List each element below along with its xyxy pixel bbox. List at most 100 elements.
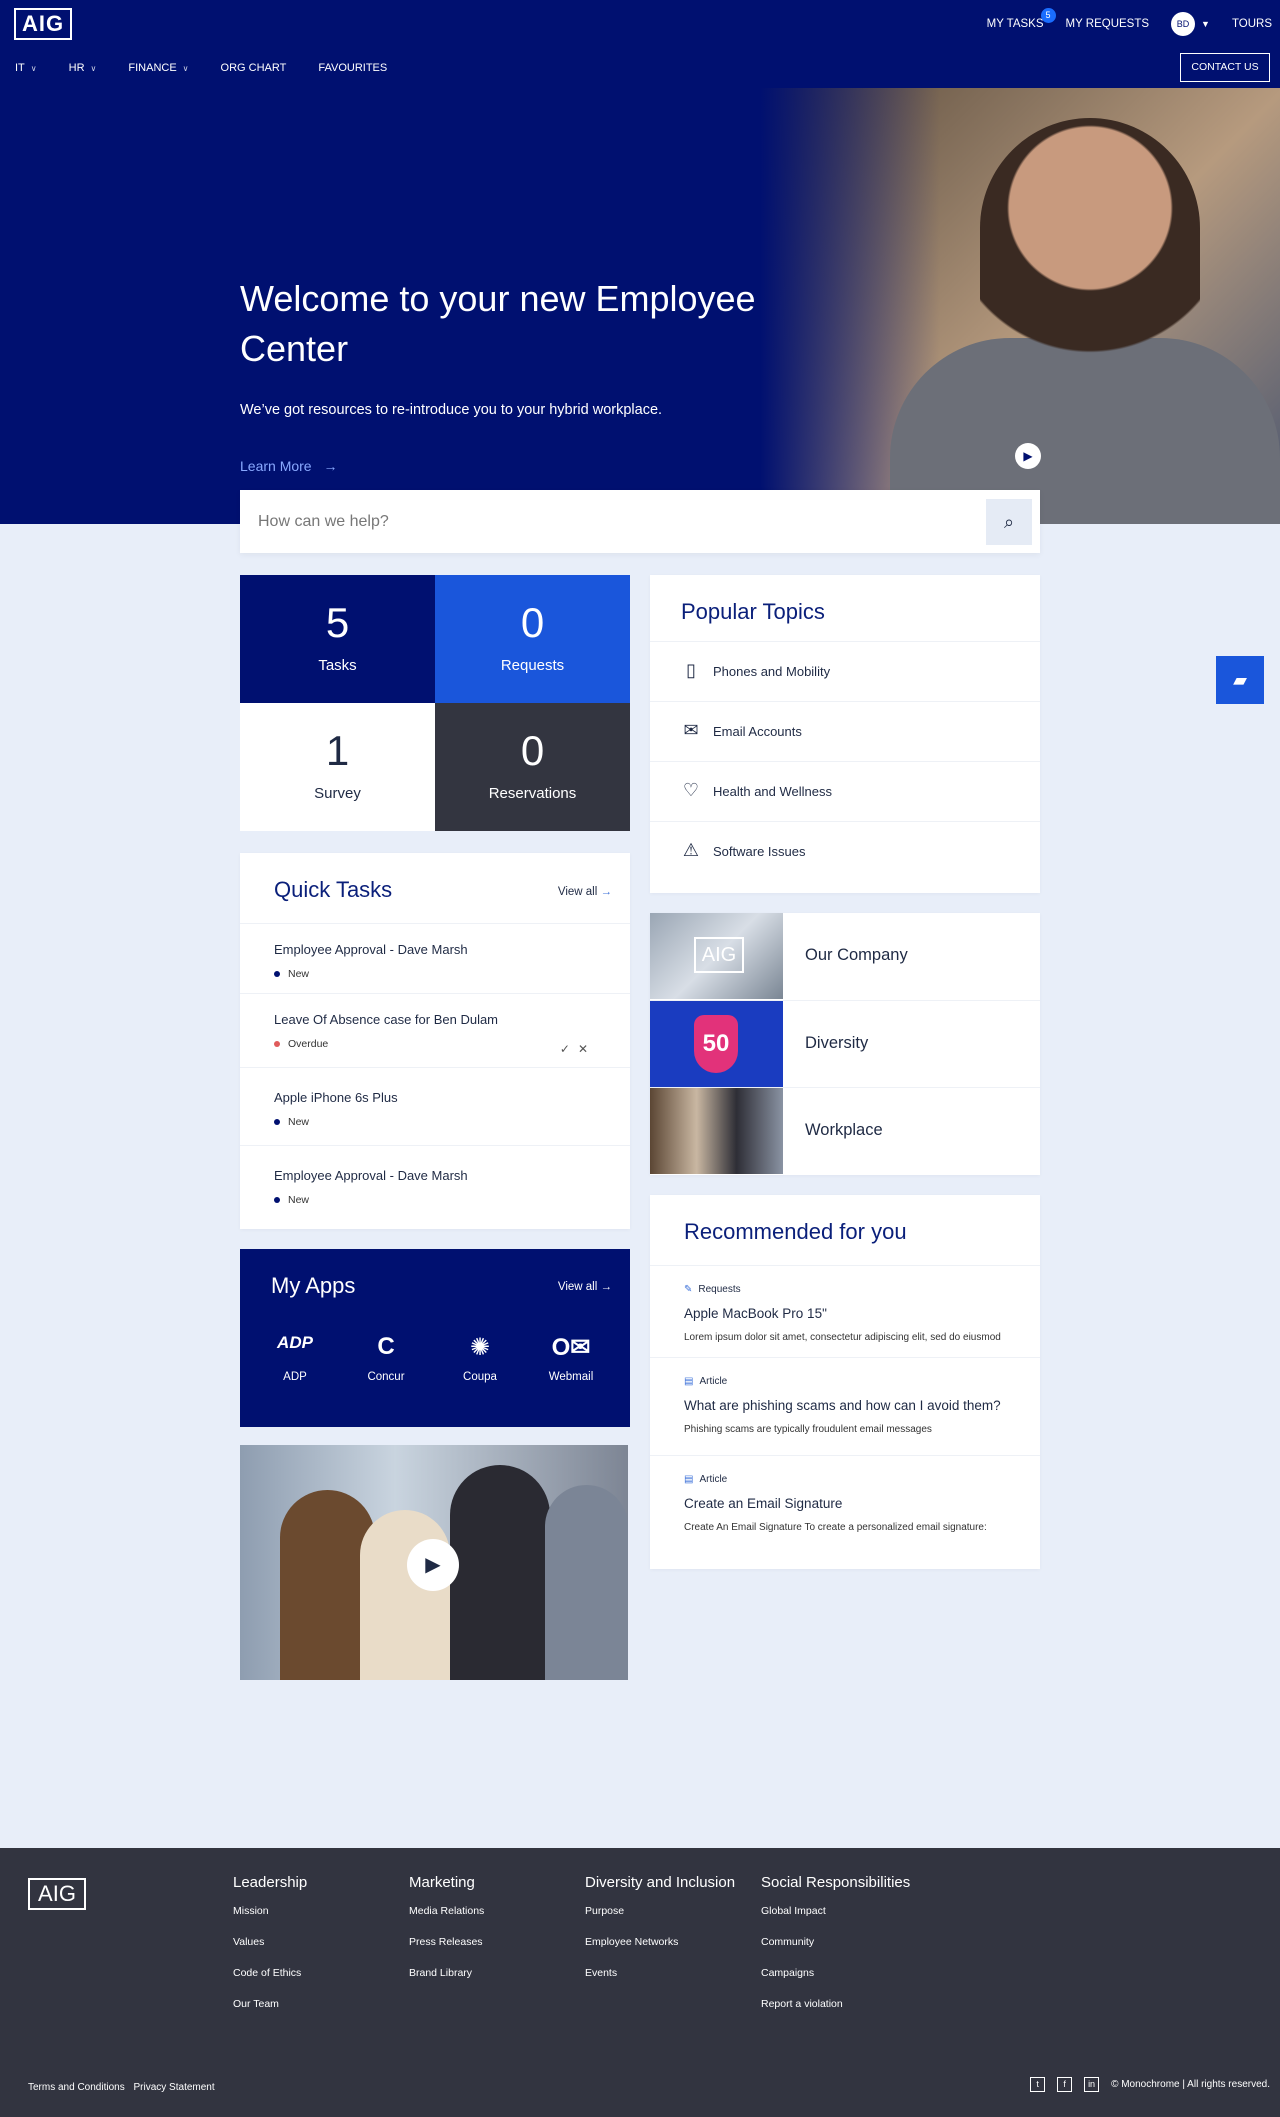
copyright-text: © Monochrome | All rights reserved.	[1111, 2079, 1270, 2090]
phone-icon: ▯	[686, 660, 696, 680]
twitter-icon[interactable]: t	[1030, 2077, 1046, 2092]
outlook-icon: O✉	[551, 1334, 591, 1361]
footer-link[interactable]: Purpose	[585, 1905, 735, 1936]
warning-icon: ⚠	[682, 840, 700, 860]
user-menu: MY TASKS 5 MY REQUESTS BD ▼ TOURS	[987, 0, 1272, 48]
contact-us-button[interactable]: CONTACT US	[1180, 53, 1270, 82]
learn-more-link[interactable]: Learn More →	[240, 458, 337, 474]
arrow-right-icon: →	[600, 886, 613, 898]
task-row[interactable]: Apple iPhone 6s Plus New	[240, 1067, 630, 1145]
feature-our-company[interactable]: AIG Our Company	[650, 913, 1040, 999]
footer-link[interactable]: Values	[233, 1936, 307, 1967]
avatar: BD	[1171, 12, 1196, 36]
document-icon: ▤	[684, 1376, 694, 1387]
popular-topics-card: Popular Topics ▯ Phones and Mobility ✉ Ema…	[650, 575, 1040, 893]
chevron-down-icon: ∨	[30, 64, 37, 73]
topic-phones[interactable]: ▯ Phones and Mobility	[650, 641, 1040, 701]
topic-email[interactable]: ✉ Email Accounts	[650, 701, 1040, 761]
my-apps-view-all[interactable]: View all →	[558, 1281, 612, 1293]
footer-col-leadership: Leadership Mission Values Code of Ethics…	[233, 1874, 307, 2029]
edit-icon: ✎	[684, 1284, 693, 1295]
feature-workplace[interactable]: Workplace	[650, 1087, 1040, 1174]
document-icon: ▤	[684, 1474, 694, 1485]
app-adp[interactable]: ADP ADP	[260, 1333, 330, 1383]
app-coupa[interactable]: ✺ Coupa	[445, 1333, 515, 1383]
footer-link[interactable]: Global Impact	[761, 1905, 910, 1936]
task-row[interactable]: Employee Approval - Dave Marsh New	[240, 923, 630, 993]
play-icon: ▶	[425, 1554, 441, 1576]
top-navbar: AIG MY TASKS 5 MY REQUESTS BD ▼ TOURS IT ∨…	[0, 0, 1280, 88]
caret-down-icon: ▼	[1201, 19, 1210, 29]
app-webmail[interactable]: O✉ Webmail	[536, 1333, 606, 1383]
close-icon[interactable]: ✕	[578, 1042, 596, 1056]
tours-link[interactable]: TOURS	[1232, 18, 1272, 30]
footer-link[interactable]: Media Relations	[409, 1905, 484, 1936]
footer-logo[interactable]: AIG	[28, 1878, 86, 1910]
topic-software[interactable]: ⚠ Software Issues	[650, 821, 1040, 881]
footer-link[interactable]: Code of Ethics	[233, 1967, 307, 1998]
search-icon: ⌕	[1003, 512, 1015, 532]
privacy-link[interactable]: Privacy Statement	[134, 2082, 215, 2093]
footer-link[interactable]: Our Team	[233, 1998, 307, 2029]
footer-link[interactable]: Press Releases	[409, 1936, 484, 1967]
footer-link[interactable]: Report a violation	[761, 1998, 910, 2029]
my-tasks-link[interactable]: MY TASKS 5	[987, 8, 1056, 30]
heart-icon: ♡	[682, 780, 700, 800]
footer-col-marketing: Marketing Media Relations Press Releases…	[409, 1874, 484, 1998]
diversity-image: 50	[650, 1001, 783, 1087]
stat-requests[interactable]: 0 Requests	[435, 575, 630, 703]
recommended-item[interactable]: ▤ Article What are phishing scams and how…	[650, 1357, 1040, 1455]
quick-tasks-card: Quick Tasks View all → Employee Approval…	[240, 853, 630, 1229]
chevron-down-icon: ∨	[182, 64, 189, 73]
featured-links-card: AIG Our Company 50 Diversity Workplace	[650, 913, 1040, 1175]
search-button[interactable]: ⌕	[986, 499, 1032, 545]
tasks-count-badge: 5	[1040, 8, 1056, 23]
linkedin-icon[interactable]: in	[1084, 2077, 1100, 2092]
my-requests-link[interactable]: MY REQUESTS	[1066, 18, 1150, 30]
footer-link[interactable]: Employee Networks	[585, 1936, 735, 1967]
search-input[interactable]	[258, 490, 958, 553]
nav-item-favourites[interactable]: FAVOURITES	[318, 62, 387, 74]
aig-logo[interactable]: AIG	[14, 8, 72, 40]
task-row[interactable]: Employee Approval - Dave Marsh New	[240, 1145, 630, 1223]
nav-item-org-chart[interactable]: ORG CHART	[221, 62, 287, 74]
footer-link[interactable]: Community	[761, 1936, 910, 1967]
task-row[interactable]: Leave Of Absence case for Ben Dulam Over…	[240, 993, 630, 1067]
stat-reservations[interactable]: 0 Reservations	[435, 703, 630, 831]
recommended-title: Recommended for you	[684, 1219, 907, 1244]
footer-link[interactable]: Campaigns	[761, 1967, 910, 1998]
my-apps-title: My Apps	[271, 1273, 356, 1298]
stat-tasks[interactable]: 5 Tasks	[240, 575, 435, 703]
nav-item-hr[interactable]: HR ∨	[69, 62, 97, 74]
profile-menu[interactable]: BD ▼	[1171, 12, 1210, 36]
topic-health[interactable]: ♡ Health and Wellness	[650, 761, 1040, 821]
nav-item-it[interactable]: IT ∨	[15, 62, 37, 74]
quick-tasks-view-all[interactable]: View all →	[558, 886, 612, 898]
chat-button[interactable]: ▰	[1216, 656, 1264, 704]
recommended-item[interactable]: ✎ Requests Apple MacBook Pro 15" Lorem ip…	[650, 1265, 1040, 1357]
feature-diversity[interactable]: 50 Diversity	[650, 1000, 1040, 1087]
recommended-item[interactable]: ▤ Article Create an Email Signature Creat…	[650, 1455, 1040, 1565]
status-dot	[274, 1197, 280, 1204]
hero-play-button[interactable]: ▶	[1015, 443, 1041, 469]
status-dot	[274, 971, 280, 978]
footer: AIG Leadership Mission Values Code of Et…	[0, 1848, 1280, 2117]
hero-title: Welcome to your new Employee Center	[240, 278, 756, 369]
status-dot	[274, 1041, 280, 1048]
app-concur[interactable]: C Concur	[351, 1333, 421, 1383]
concur-icon: C	[377, 1333, 395, 1360]
arrow-right-icon: →	[600, 1281, 613, 1293]
terms-link[interactable]: Terms and Conditions	[28, 2082, 125, 2093]
popular-topics-title: Popular Topics	[681, 599, 825, 624]
team-video-thumbnail[interactable]: ▶	[240, 1445, 628, 1680]
facebook-icon[interactable]: f	[1057, 2077, 1073, 2092]
status-dot	[274, 1119, 280, 1126]
footer-link[interactable]: Mission	[233, 1905, 307, 1936]
stat-survey[interactable]: 1 Survey	[240, 703, 435, 831]
check-icon[interactable]: ✓	[560, 1042, 578, 1056]
nav-item-finance[interactable]: FINANCE ∨	[128, 62, 188, 74]
play-video-button[interactable]: ▶	[407, 1539, 459, 1591]
footer-link[interactable]: Events	[585, 1967, 735, 1998]
footer-link[interactable]: Brand Library	[409, 1967, 484, 1998]
recommended-card: Recommended for you ✎ Requests Apple MacB…	[650, 1195, 1040, 1569]
